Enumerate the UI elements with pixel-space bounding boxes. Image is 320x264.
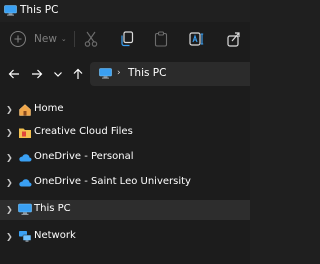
window-title: This PC: [20, 4, 59, 16]
share-icon: [227, 32, 240, 47]
arrow-right-icon: [32, 69, 43, 79]
monitor-icon: [4, 5, 17, 16]
cloud-icon: [19, 154, 32, 162]
nav-item-label: OneDrive - Personal: [34, 151, 134, 162]
monitor-icon: [18, 203, 32, 215]
paste-button[interactable]: [152, 30, 170, 48]
arrow-up-icon: [73, 68, 83, 79]
rename-button[interactable]: [188, 30, 206, 48]
nav-item-this-pc[interactable]: ❯ This PC: [0, 200, 250, 220]
nav-item-network[interactable]: ❯ Network: [0, 227, 250, 247]
navigation-bar: › This PC: [0, 56, 250, 92]
expand-chevron-icon[interactable]: ❯: [6, 128, 13, 137]
nav-item-onedrive-saint-leo[interactable]: ❯ OneDrive - Saint Leo University: [0, 173, 250, 193]
clipboard-icon: [154, 31, 168, 47]
nav-item-label: Creative Cloud Files: [34, 126, 133, 137]
monitor-icon: [99, 68, 112, 79]
recent-locations-button[interactable]: [50, 66, 66, 82]
back-button[interactable]: [6, 66, 22, 82]
nav-item-creative-cloud-files[interactable]: ❯ Creative Cloud Files: [0, 123, 250, 143]
breadcrumb-this-pc[interactable]: This PC: [128, 67, 166, 79]
chevron-down-icon: [54, 72, 62, 77]
expand-chevron-icon[interactable]: ❯: [6, 153, 13, 162]
folder-icon: [19, 128, 31, 138]
breadcrumb-chevron-icon[interactable]: ›: [117, 68, 121, 78]
nav-item-onedrive-personal[interactable]: ❯ OneDrive - Personal: [0, 148, 250, 168]
nav-item-home[interactable]: ❯ Home: [0, 100, 250, 120]
cut-button[interactable]: [82, 30, 100, 48]
network-icon: [19, 231, 32, 242]
share-button[interactable]: [225, 30, 243, 48]
expand-chevron-icon[interactable]: ❯: [6, 178, 13, 187]
new-button-label: New: [34, 33, 57, 45]
address-bar[interactable]: › This PC: [90, 62, 250, 86]
command-bar: New ⌄: [0, 22, 250, 56]
expand-chevron-icon[interactable]: ❯: [6, 205, 13, 214]
copy-button[interactable]: [118, 30, 136, 48]
expand-chevron-icon[interactable]: ❯: [6, 105, 13, 114]
nav-item-label: Network: [34, 230, 76, 241]
copy-icon: [121, 31, 134, 47]
navigation-pane: ❯ Home ❯ Creative Cloud Files ❯ OneDrive…: [0, 92, 250, 264]
expand-chevron-icon[interactable]: ❯: [6, 232, 13, 241]
chevron-down-icon: ⌄: [60, 35, 67, 43]
new-button[interactable]: New ⌄: [10, 30, 67, 48]
nav-item-label: OneDrive - Saint Leo University: [34, 176, 191, 187]
nav-item-label: This PC: [34, 203, 71, 214]
up-button[interactable]: [70, 66, 86, 82]
rename-icon: [189, 32, 204, 46]
home-icon: [19, 104, 31, 116]
plus-icon: [10, 31, 26, 47]
toolbar-divider: [74, 31, 75, 47]
nav-item-label: Home: [34, 103, 64, 114]
title-bar: This PC: [0, 0, 250, 22]
forward-button[interactable]: [29, 66, 45, 82]
arrow-left-icon: [8, 69, 19, 79]
scissors-icon: [84, 31, 98, 47]
cloud-icon: [19, 179, 32, 187]
